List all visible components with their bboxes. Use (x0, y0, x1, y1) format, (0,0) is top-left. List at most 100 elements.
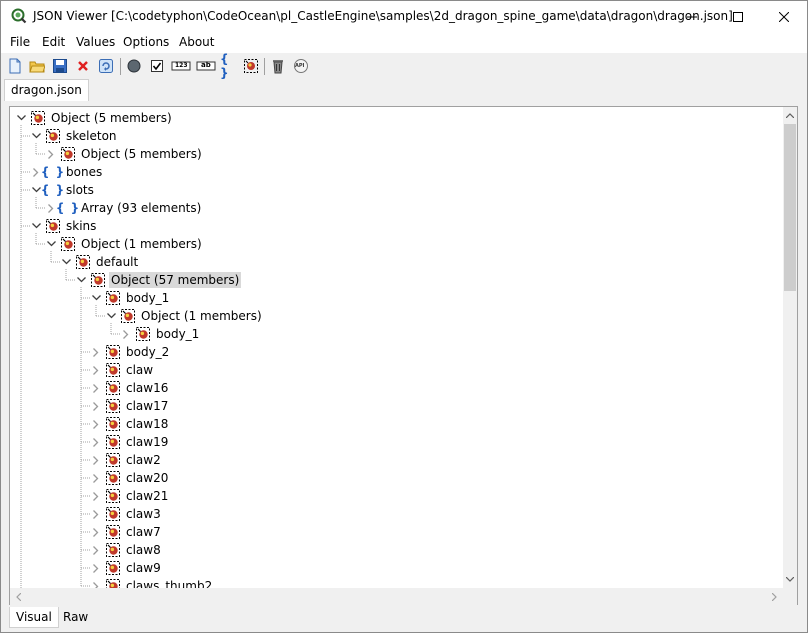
tree-node[interactable]: claw21 (89, 487, 170, 505)
tab-visual[interactable]: Visual (9, 607, 59, 628)
expand-chevron-right-icon[interactable] (119, 325, 133, 343)
object-icon (105, 362, 121, 378)
menu-about[interactable]: About (179, 35, 214, 49)
expand-chevron-right-icon[interactable] (89, 487, 103, 505)
insert-number-button[interactable]: 123 (171, 57, 191, 75)
tree-node[interactable]: skins (29, 217, 98, 235)
vertical-scrollbar[interactable] (783, 107, 797, 588)
number-badge: 123 (175, 62, 188, 69)
tree-node[interactable]: skeleton (29, 127, 119, 145)
expand-chevron-right-icon[interactable] (89, 541, 103, 559)
close-button[interactable] (761, 1, 807, 32)
scroll-down-button[interactable] (783, 571, 797, 588)
object-icon (60, 146, 76, 162)
json-tree-view[interactable]: Object (5 members) skeleton Object (5 memb… (9, 106, 798, 606)
tab-dragon-json[interactable]: dragon.json (4, 79, 89, 101)
tree-node[interactable]: claw (89, 361, 155, 379)
tree-node-label: claw2 (126, 453, 161, 467)
object-icon (30, 110, 46, 126)
tree-node[interactable]: body_1 (89, 289, 171, 307)
expand-chevron-down-icon[interactable] (59, 253, 73, 271)
expand-chevron-down-icon[interactable] (29, 217, 43, 235)
scroll-right-button[interactable] (766, 588, 783, 605)
vertical-scroll-thumb[interactable] (784, 124, 796, 291)
expand-chevron-right-icon[interactable] (89, 505, 103, 523)
open-button[interactable] (28, 57, 46, 75)
horizontal-scrollbar[interactable] (10, 588, 783, 605)
tree-node-label: claw18 (126, 417, 169, 431)
tree-node[interactable]: claw18 (89, 415, 170, 433)
insert-array-button[interactable]: { } (220, 52, 238, 80)
tree-node[interactable]: Object (57 members) (74, 271, 242, 289)
tree-node[interactable]: claw3 (89, 505, 163, 523)
tree-node[interactable]: claw19 (89, 433, 170, 451)
tree-node[interactable]: { } Array (93 elements) (44, 199, 203, 217)
scroll-left-button[interactable] (10, 588, 27, 605)
clear-button[interactable] (269, 57, 287, 75)
maximize-button[interactable] (715, 1, 761, 32)
expand-chevron-right-icon[interactable] (89, 361, 103, 379)
boolean-value-icon (151, 60, 163, 72)
tree-node[interactable]: Object (1 members) (44, 235, 204, 253)
insert-string-button[interactable]: ab (196, 57, 216, 75)
object-value-icon (244, 59, 258, 73)
tree-node[interactable]: body_2 (89, 343, 171, 361)
insert-null-button[interactable] (125, 57, 143, 75)
menu-options[interactable]: Options (123, 35, 169, 49)
expand-chevron-right-icon[interactable] (89, 523, 103, 541)
expand-chevron-down-icon[interactable] (14, 109, 28, 127)
expand-chevron-right-icon[interactable] (89, 415, 103, 433)
tab-raw[interactable]: Raw (57, 607, 94, 627)
tree-node[interactable]: { } bones (29, 163, 104, 181)
expand-chevron-right-icon[interactable] (89, 379, 103, 397)
array-value-icon: { } (220, 52, 230, 80)
expand-chevron-down-icon[interactable] (44, 235, 58, 253)
tree-node-label: Array (93 elements) (81, 201, 202, 215)
tree-node-label: body_1 (156, 327, 200, 341)
tree-node[interactable]: claw17 (89, 397, 170, 415)
expand-chevron-right-icon[interactable] (89, 397, 103, 415)
tree-node[interactable]: claw9 (89, 559, 163, 577)
tree-node[interactable]: Object (5 members) (14, 109, 174, 127)
tree-node[interactable]: claw2 (89, 451, 163, 469)
tree-node-label: skins (66, 219, 97, 233)
refresh-button[interactable] (97, 57, 115, 75)
object-icon (105, 416, 121, 432)
tree-node-label: default (96, 255, 139, 269)
expand-chevron-right-icon[interactable] (89, 559, 103, 577)
tree-node[interactable]: Object (5 members) (44, 145, 204, 163)
save-icon (53, 59, 67, 73)
tree-node[interactable]: claw16 (89, 379, 170, 397)
save-button[interactable] (51, 57, 69, 75)
expand-chevron-down-icon[interactable] (104, 307, 118, 325)
tree-node[interactable]: Object (1 members) (104, 307, 264, 325)
tree-node[interactable]: { } slots (29, 181, 96, 199)
new-file-button[interactable] (6, 57, 24, 75)
expand-chevron-right-icon[interactable] (44, 145, 58, 163)
expand-chevron-right-icon[interactable] (89, 433, 103, 451)
title-bar[interactable]: JSON Viewer [C:\codetyphon\CodeOcean\pl_… (1, 1, 807, 32)
tree-node[interactable]: default (59, 253, 140, 271)
expand-chevron-right-icon[interactable] (89, 451, 103, 469)
tree-node-label: claw (126, 363, 154, 377)
expand-chevron-right-icon[interactable] (89, 343, 103, 361)
expand-chevron-down-icon[interactable] (29, 127, 43, 145)
api-button[interactable]: API (292, 57, 310, 75)
expand-chevron-down-icon[interactable] (89, 289, 103, 307)
tree-node[interactable]: body_1 (119, 325, 201, 343)
menu-values[interactable]: Values (76, 35, 115, 49)
scroll-up-button[interactable] (783, 107, 797, 124)
menu-file[interactable]: File (10, 35, 30, 49)
minimize-button[interactable] (669, 1, 715, 32)
menu-edit[interactable]: Edit (42, 35, 65, 49)
tree-node[interactable]: claw8 (89, 541, 163, 559)
maximize-icon (733, 11, 743, 22)
insert-boolean-button[interactable] (148, 57, 166, 75)
delete-button[interactable] (74, 57, 92, 75)
expand-chevron-right-icon[interactable] (89, 469, 103, 487)
tree-node[interactable]: claw7 (89, 523, 163, 541)
document-tabs: dragon.json (1, 79, 807, 101)
tree-node[interactable]: claw20 (89, 469, 170, 487)
expand-chevron-down-icon[interactable] (74, 271, 88, 289)
insert-object-button[interactable] (242, 57, 260, 75)
